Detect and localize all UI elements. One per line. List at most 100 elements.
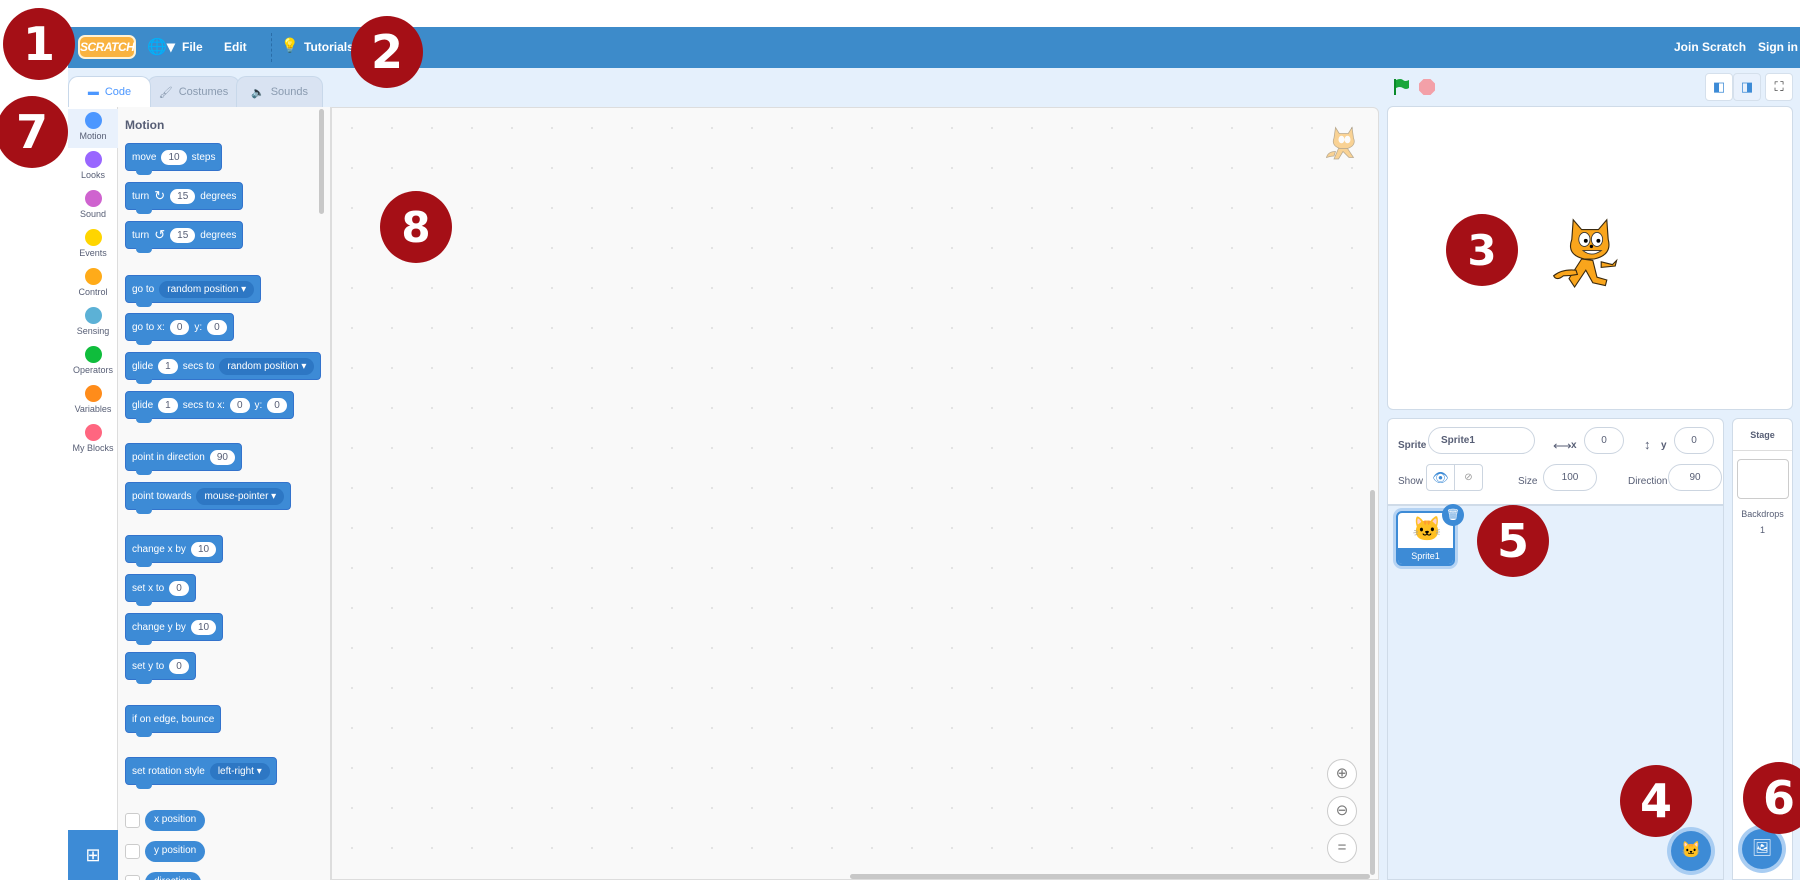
code-area[interactable] [331,107,1379,880]
delete-sprite-trash-icon[interactable]: 🗑 [1442,504,1464,526]
tab-costumes[interactable]: 🖌 Costumes [147,76,240,107]
category-label: Motion [79,131,107,141]
palette-scrollbar[interactable] [319,109,324,214]
speaker-icon: 🔈 [250,86,265,99]
motion-block[interactable]: set y to 0 [125,652,196,684]
block-text: go to [132,283,155,295]
category-operators[interactable]: Operators [68,343,118,382]
block-text: set x to [132,582,165,594]
reporter-block[interactable]: x position [145,810,206,831]
block-number-input[interactable]: 1 [158,358,178,374]
block-number-input[interactable]: 15 [170,227,196,243]
category-control[interactable]: Control [68,265,118,304]
small-stage-button[interactable]: ◧ [1705,73,1733,101]
block-number-input[interactable]: 10 [190,541,217,557]
code-horizontal-scrollbar[interactable] [850,874,1370,879]
x-label: x [1571,440,1577,451]
motion-block[interactable]: set rotation style left-right ▾ [125,757,277,789]
choose-backdrop-button[interactable]: 🖼 [1742,829,1782,869]
motion-block[interactable]: move 10 steps [125,143,223,175]
block-number-input[interactable]: 10 [161,149,187,165]
reporter-checkbox[interactable] [125,875,140,880]
category-sound[interactable]: Sound [68,187,118,226]
category-my-blocks[interactable]: My Blocks [68,421,118,460]
block-dropdown[interactable]: random position ▾ [159,280,255,298]
block-number-input[interactable]: 10 [190,619,217,635]
motion-block[interactable]: point towards mouse-pointer ▾ [125,482,292,514]
block-text: go to x: [132,321,165,333]
block-dropdown[interactable]: random position ▾ [219,357,315,375]
x-input[interactable]: 0 [1584,427,1624,454]
show-visible-button[interactable]: 👁 [1426,464,1455,491]
reporter-checkbox[interactable] [125,844,140,859]
reporter-checkbox[interactable] [125,813,140,828]
motion-block[interactable]: go to random position ▾ [125,275,262,307]
block-number-input[interactable]: 90 [209,449,235,465]
join-scratch-link[interactable]: Join Scratch [1674,40,1746,54]
backdrop-thumbnail[interactable] [1737,459,1789,499]
motion-block[interactable]: turn ↻ 15 degrees [125,182,244,214]
block-number-input[interactable]: 0 [207,319,227,335]
sprite-name-input[interactable]: Sprite1 [1428,427,1535,454]
edit-menu[interactable]: Edit [224,40,247,54]
motion-block[interactable]: set x to 0 [125,574,196,606]
category-events[interactable]: Events [68,226,118,265]
annotation-badge: 2 [351,16,423,88]
file-menu[interactable]: File [182,40,203,54]
category-label: Variables [74,404,112,414]
backdrops-label: Backdrops [1741,509,1784,519]
block-number-input[interactable]: 15 [170,188,196,204]
category-motion[interactable]: Motion [68,109,118,148]
block-number-input[interactable]: 1 [158,397,178,413]
block-text: y: [254,399,263,411]
x-arrows-icon: ⟷ [1553,438,1572,453]
size-input[interactable]: 100 [1543,464,1597,491]
reporter-block[interactable]: direction [145,872,201,880]
hide-button[interactable]: ⊘ [1454,464,1483,491]
sprite-watermark-icon [1325,126,1355,160]
tutorials-button[interactable]: Tutorials [304,40,354,54]
motion-block[interactable]: change y by 10 [125,613,224,645]
motion-block[interactable]: turn ↺ 15 degrees [125,221,244,253]
normal-stage-button[interactable]: ◨ [1733,73,1761,101]
category-looks[interactable]: Looks [68,148,118,187]
reporter-block[interactable]: y position [145,841,206,862]
choose-sprite-button[interactable]: 🐱 [1671,831,1711,871]
category-label: Events [79,248,107,258]
motion-block[interactable]: glide 1 secs to random position ▾ [125,352,322,384]
add-extension-button[interactable]: ⊞ [68,830,118,880]
motion-block[interactable]: glide 1 secs to x: 0 y: 0 [125,391,294,423]
scratch-logo[interactable]: SCRATCH [78,35,136,59]
motion-block[interactable]: if on edge, bounce [125,705,222,737]
category-sensing[interactable]: Sensing [68,304,118,343]
zoom-reset-button[interactable]: = [1327,833,1357,863]
block-number-input[interactable]: 0 [229,397,250,413]
block-dropdown[interactable]: left-right ▾ [209,762,270,780]
direction-input[interactable]: 90 [1668,464,1722,491]
zoom-in-button[interactable]: ⊕ [1327,759,1357,789]
scratch-cat-sprite[interactable] [1548,215,1632,303]
globe-language-icon[interactable]: 🌐▾ [147,37,175,57]
motion-block[interactable]: go to x: 0 y: 0 [125,313,234,345]
block-dropdown[interactable]: mouse-pointer ▾ [196,487,285,505]
block-number-input[interactable]: 0 [169,319,190,335]
motion-block[interactable]: change x by 10 [125,535,224,567]
direction-label: Direction [1628,476,1668,487]
tab-code[interactable]: ▬ Code [68,76,151,107]
zoom-out-button[interactable]: ⊖ [1327,796,1357,826]
code-vertical-scrollbar[interactable] [1370,490,1375,875]
tab-sounds[interactable]: 🔈 Sounds [236,76,323,107]
green-flag-icon[interactable] [1392,78,1410,96]
stop-icon[interactable] [1418,78,1436,96]
motion-block[interactable]: point in direction 90 [125,443,242,475]
category-dot-icon [84,424,102,441]
menu-divider [271,33,272,62]
category-variables[interactable]: Variables [68,382,118,421]
sign-in-link[interactable]: Sign in [1758,40,1798,54]
block-text: turn [132,190,150,202]
block-number-input[interactable]: 0 [267,397,287,413]
block-number-input[interactable]: 0 [169,658,189,674]
block-number-input[interactable]: 0 [169,580,189,596]
y-input[interactable]: 0 [1674,427,1714,454]
fullscreen-button[interactable]: ⛶ [1765,73,1793,101]
